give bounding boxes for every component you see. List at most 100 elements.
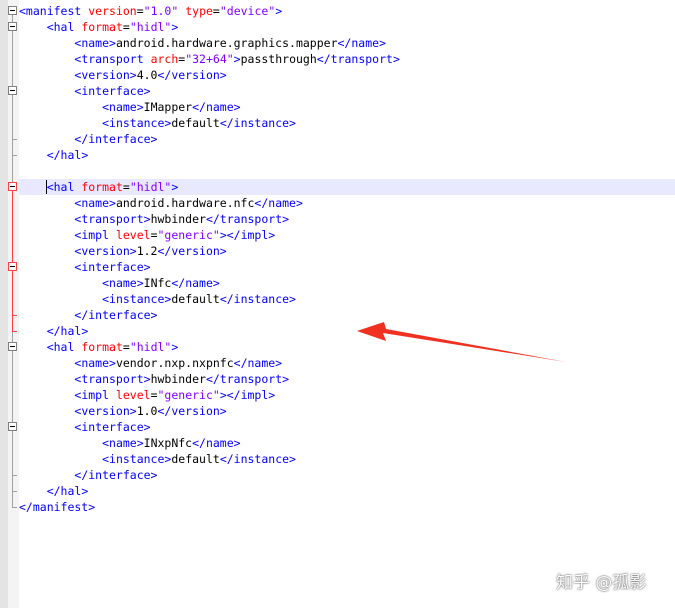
code-line[interactable]: <hal format="hidl"> xyxy=(19,179,675,195)
code-line[interactable]: <name>INxpNfc</name> xyxy=(19,435,675,451)
code-line[interactable] xyxy=(19,163,675,179)
fold-toggle-icon[interactable] xyxy=(8,22,17,31)
code-line[interactable]: <name>INfc</name> xyxy=(19,275,675,291)
code-line[interactable]: </interface> xyxy=(19,307,675,323)
code-token: INxpNfc xyxy=(143,436,193,450)
code-line[interactable]: </hal> xyxy=(19,147,675,163)
code-token: <manifest xyxy=(19,4,89,18)
code-line[interactable]: <name>android.hardware.nfc</name> xyxy=(19,195,675,211)
watermark: 知乎 @孤影 xyxy=(556,573,647,593)
code-token: "hidl" xyxy=(129,20,172,34)
code-token: <name> xyxy=(102,100,144,114)
code-line[interactable]: <interface> xyxy=(19,419,675,435)
code-token: android.hardware.nfc xyxy=(115,196,255,210)
code-token: <interface> xyxy=(74,260,151,274)
code-token: </transport> xyxy=(205,212,290,226)
code-line[interactable]: <instance>default</instance> xyxy=(19,291,675,307)
code-token: </version> xyxy=(157,404,227,418)
code-token: default xyxy=(171,452,220,466)
code-line[interactable]: </interface> xyxy=(19,131,675,147)
fold-end-marker xyxy=(12,331,17,332)
code-token: 4.0 xyxy=(136,68,158,82)
code-token: <instance> xyxy=(102,292,172,306)
code-line[interactable]: </interface> xyxy=(19,467,675,483)
code-token: passthrough xyxy=(240,52,317,66)
code-line[interactable]: <instance>default</instance> xyxy=(19,451,675,467)
code-token: default xyxy=(171,292,220,306)
code-token: hwbinder xyxy=(150,212,206,226)
code-token: </interface> xyxy=(74,468,158,482)
code-token: <impl xyxy=(74,388,116,402)
code-token: "generic" xyxy=(157,388,220,402)
code-token: format xyxy=(81,20,123,34)
fold-toggle-icon[interactable] xyxy=(8,182,17,191)
fold-guide xyxy=(12,191,13,331)
code-token: <name> xyxy=(102,436,144,450)
code-token: = xyxy=(212,4,220,18)
code-token: <version> xyxy=(74,404,137,418)
fold-toggle-icon[interactable] xyxy=(8,262,17,271)
code-line[interactable]: <transport>hwbinder</transport> xyxy=(19,371,675,387)
fold-toggle-icon[interactable] xyxy=(8,6,17,15)
code-token: "hidl" xyxy=(129,340,172,354)
code-token: version xyxy=(88,4,137,18)
code-line[interactable]: <impl level="generic"></impl> xyxy=(19,227,675,243)
code-line[interactable]: </manifest> xyxy=(19,499,675,515)
code-token: vendor.nxp.nxpnfc xyxy=(115,356,234,370)
code-editor[interactable]: <manifest version="1.0" type="device"> <… xyxy=(19,0,675,608)
code-token: format xyxy=(81,180,123,194)
code-line[interactable]: <hal format="hidl"> xyxy=(19,19,675,35)
code-token: </name> xyxy=(171,276,220,290)
code-line[interactable]: <interface> xyxy=(19,259,675,275)
code-token: </hal> xyxy=(46,484,89,498)
code-token: android.hardware.graphics.mapper xyxy=(115,36,338,50)
code-token: <hal xyxy=(46,340,82,354)
code-token: </hal> xyxy=(46,324,89,338)
code-token: ></impl> xyxy=(219,388,276,402)
code-token: "device" xyxy=(219,4,276,18)
code-token: type xyxy=(185,4,213,18)
code-line[interactable]: <name>android.hardware.graphics.mapper</… xyxy=(19,35,675,51)
code-line[interactable]: <version>1.0</version> xyxy=(19,403,675,419)
code-token: </transport> xyxy=(205,372,290,386)
code-line[interactable]: <impl level="generic"></impl> xyxy=(19,387,675,403)
fold-toggle-icon[interactable] xyxy=(8,342,17,351)
code-token: <interface> xyxy=(74,84,151,98)
code-line[interactable]: <instance>default</instance> xyxy=(19,115,675,131)
code-line[interactable]: <hal format="hidl"> xyxy=(19,339,675,355)
code-token: default xyxy=(171,116,220,130)
code-line[interactable]: <version>4.0</version> xyxy=(19,67,675,83)
fold-end-marker xyxy=(12,475,17,476)
fold-toggle-icon[interactable] xyxy=(8,422,17,431)
code-line[interactable]: <name>IMapper</name> xyxy=(19,99,675,115)
code-token: <name> xyxy=(74,36,116,50)
code-token: = xyxy=(150,228,158,242)
code-line[interactable]: <transport arch="32+64">passthrough</tra… xyxy=(19,51,675,67)
code-line[interactable]: </hal> xyxy=(19,483,675,499)
code-token: IMapper xyxy=(143,100,193,114)
code-token: "32+64" xyxy=(185,52,234,66)
fold-toggle-icon[interactable] xyxy=(8,86,17,95)
code-token: hwbinder xyxy=(150,372,206,386)
code-token: </name> xyxy=(337,36,386,50)
code-token: format xyxy=(81,340,123,354)
code-line[interactable]: <name>vendor.nxp.nxpnfc</name> xyxy=(19,355,675,371)
code-line[interactable]: <interface> xyxy=(19,83,675,99)
code-token: ></impl> xyxy=(219,228,276,242)
fold-end-marker xyxy=(12,491,17,492)
code-line[interactable]: <version>1.2</version> xyxy=(19,243,675,259)
code-token: <version> xyxy=(74,244,137,258)
code-line[interactable]: </hal> xyxy=(19,323,675,339)
code-line[interactable]: <transport>hwbinder</transport> xyxy=(19,211,675,227)
code-line[interactable]: <manifest version="1.0" type="device"> xyxy=(19,3,675,19)
fold-end-marker xyxy=(12,139,17,140)
